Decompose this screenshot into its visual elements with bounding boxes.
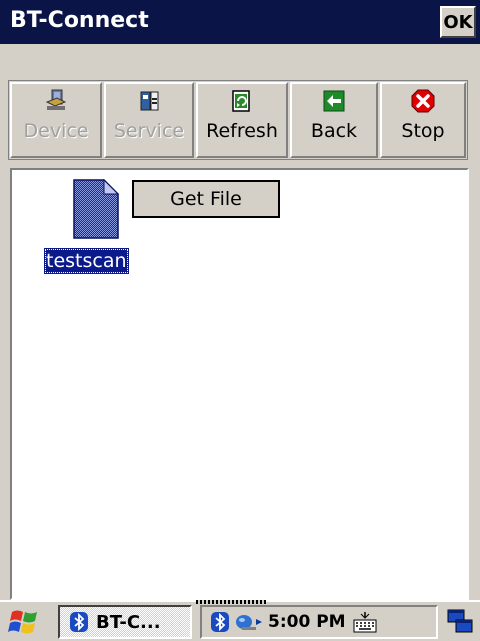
back-arrow-icon (323, 90, 345, 112)
system-tray: 5:00 PM (200, 605, 438, 639)
taskbar-grip (196, 600, 266, 604)
taskbar-app-button[interactable]: BT-C... (58, 605, 192, 639)
bluetooth-icon[interactable] (210, 611, 230, 633)
back-label: Back (310, 120, 358, 142)
get-file-button[interactable]: Get File (132, 180, 280, 218)
service-icon (140, 91, 159, 111)
refresh-button[interactable]: Refresh (196, 82, 288, 158)
refresh-label: Refresh (206, 120, 278, 142)
network-icon[interactable] (234, 611, 264, 633)
stop-button[interactable]: Stop (380, 82, 466, 158)
taskbar: BT-C... 5:00 PM (0, 600, 480, 641)
title-bar: BT-Connect OK (0, 0, 480, 44)
file-name-label[interactable]: testscan (44, 248, 129, 274)
service-label: Service (113, 120, 185, 142)
refresh-icon (232, 90, 250, 112)
window-title: BT-Connect (10, 8, 149, 33)
ok-button[interactable]: OK (440, 6, 476, 38)
toolbar: Device Service Refresh Back Stop (0, 44, 480, 164)
taskbar-app-label: BT-C... (96, 611, 161, 633)
back-button[interactable]: Back (290, 82, 378, 158)
keyboard-icon[interactable] (352, 610, 378, 634)
device-label: Device (23, 120, 89, 142)
clock[interactable]: 5:00 PM (268, 612, 346, 632)
stop-label: Stop (401, 120, 445, 142)
bluetooth-icon (70, 612, 88, 632)
service-button[interactable]: Service (104, 82, 194, 158)
stop-icon (411, 89, 435, 113)
document-icon[interactable] (70, 176, 122, 242)
desktop-icon[interactable] (446, 608, 474, 636)
windows-flag-icon[interactable] (6, 606, 46, 638)
device-icon (45, 89, 67, 110)
device-button[interactable]: Device (10, 82, 102, 158)
file-list-pane[interactable]: Get File testscan (10, 168, 469, 600)
